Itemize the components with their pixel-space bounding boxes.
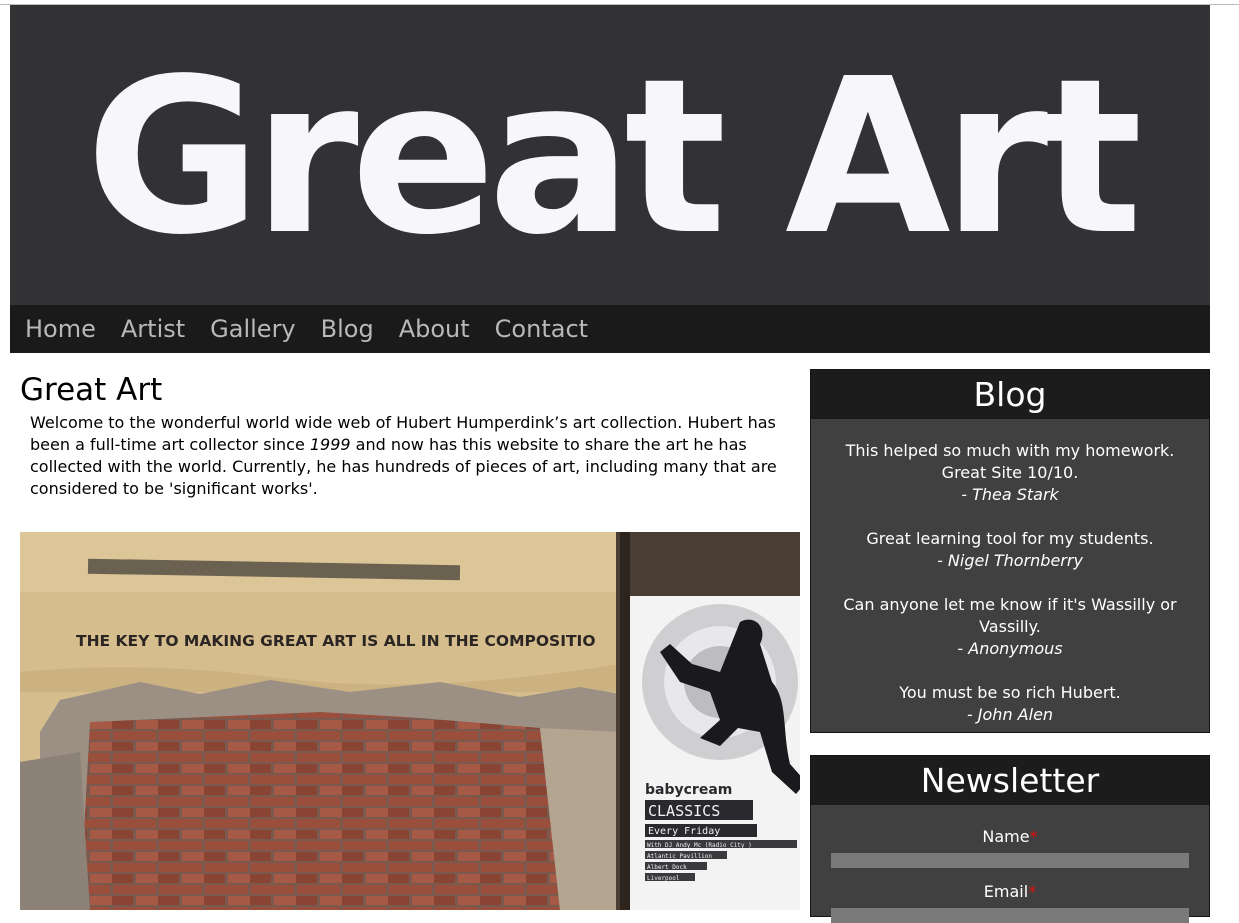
- required-mark: *: [1028, 882, 1037, 901]
- name-field[interactable]: [831, 853, 1189, 868]
- comment-author: - Nigel Thornberry: [937, 551, 1083, 570]
- stencil-text: THE KEY TO MAKING GREAT ART IS ALL IN TH…: [76, 632, 596, 650]
- poster-subtitle: Every Friday: [648, 826, 720, 837]
- poster-line-1: With DJ Andy Mc (Radio City ): [647, 842, 752, 849]
- comment-author: - Anonymous: [957, 639, 1063, 658]
- name-label-text: Name: [982, 827, 1030, 846]
- nav-blog[interactable]: Blog: [321, 315, 374, 343]
- blog-comment: This helped so much with my homework. Gr…: [831, 440, 1189, 506]
- comment-author: - John Alen: [966, 705, 1054, 724]
- email-field[interactable]: [831, 908, 1189, 923]
- newsletter-panel-title: Newsletter: [811, 756, 1209, 805]
- comment-text: This helped so much with my homework. Gr…: [845, 441, 1175, 482]
- intro-year: 1999: [309, 435, 351, 454]
- poster-line-4: Liverpool: [647, 875, 680, 882]
- blog-comment: Can anyone let me know if it's Wassilly …: [831, 594, 1189, 660]
- intro-paragraph: Welcome to the wonderful world wide web …: [30, 412, 800, 500]
- nav-home[interactable]: Home: [25, 315, 96, 343]
- newsletter-form: Name* Email*: [811, 805, 1209, 923]
- blog-panel: Blog This helped so much with my homewor…: [810, 369, 1210, 733]
- nav-contact[interactable]: Contact: [495, 315, 588, 343]
- site-header: Great Art: [10, 5, 1210, 305]
- blog-comments: This helped so much with my homework. Gr…: [811, 419, 1209, 726]
- nav-artist[interactable]: Artist: [121, 315, 185, 343]
- comment-author: - Thea Stark: [961, 485, 1059, 504]
- email-field-label: Email*: [831, 882, 1189, 901]
- blog-comment: Great learning tool for my students. - N…: [831, 528, 1189, 572]
- poster-brand: babycream: [645, 782, 732, 798]
- featured-artwork-image: THE KEY TO MAKING GREAT ART IS ALL IN TH…: [20, 532, 800, 910]
- comment-text: Great learning tool for my students.: [866, 529, 1154, 548]
- comment-text: You must be so rich Hubert.: [899, 683, 1121, 702]
- newsletter-panel: Newsletter Name* Email*: [810, 755, 1210, 923]
- required-mark: *: [1029, 827, 1038, 846]
- comment-text: Can anyone let me know if it's Wassilly …: [843, 595, 1177, 636]
- poster-title: CLASSICS: [648, 802, 720, 820]
- poster-line-3: Albert Dock: [647, 864, 687, 871]
- name-field-label: Name*: [831, 827, 1189, 846]
- blog-comment: You must be so rich Hubert. - John Alen: [831, 682, 1189, 726]
- site-logo-title: Great Art: [85, 33, 1143, 282]
- page-title: Great Art: [20, 372, 163, 408]
- poster-line-2: Atlantic Pavillion: [647, 853, 712, 860]
- main-nav: Home Artist Gallery Blog About Contact: [10, 305, 1210, 353]
- nav-gallery[interactable]: Gallery: [210, 315, 295, 343]
- blog-panel-title: Blog: [811, 370, 1209, 419]
- nav-about[interactable]: About: [399, 315, 470, 343]
- email-label-text: Email: [983, 882, 1029, 901]
